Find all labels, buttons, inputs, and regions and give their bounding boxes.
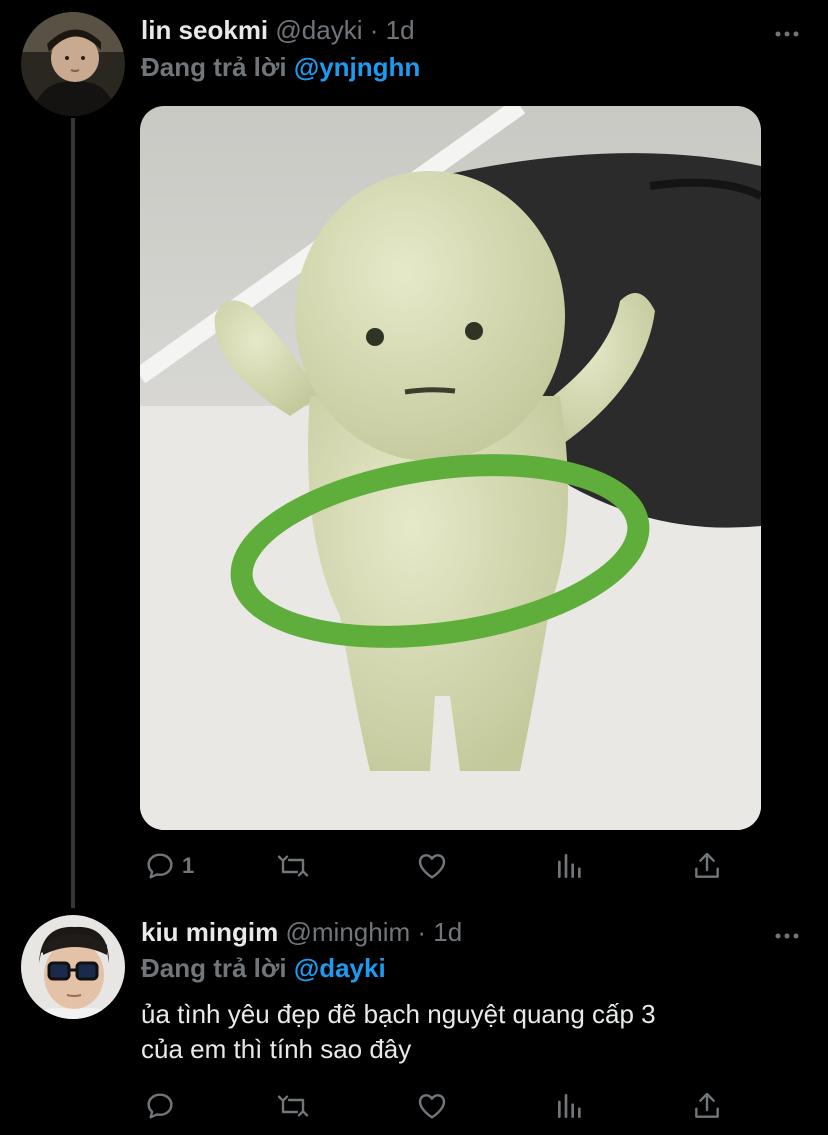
tweet-1[interactable]: lin seokmi @dayki · 1d Đang trả lời @ynj… [0, 0, 828, 900]
reply-prefix: Đang trả lời [141, 52, 287, 82]
retweet-button[interactable] [277, 1086, 309, 1126]
share-button[interactable] [691, 1086, 723, 1126]
timestamp[interactable]: 1d [386, 15, 415, 45]
analytics-button[interactable] [554, 1086, 586, 1126]
like-button[interactable] [416, 1086, 448, 1126]
timestamp[interactable]: 1d [433, 917, 462, 947]
retweet-icon [277, 1095, 309, 1117]
display-name[interactable]: kiu mingim [141, 917, 278, 947]
more-icon [775, 31, 799, 37]
reply-prefix: Đang trả lời [141, 953, 287, 983]
reply-count: 1 [182, 853, 195, 878]
reply-context: Đang trả lời @dayki [141, 953, 386, 983]
reply-button[interactable] [144, 1086, 182, 1126]
avatar[interactable] [21, 12, 125, 116]
tweet-actions [140, 1086, 740, 1126]
tweet-header: kiu mingim @minghim · 1d [141, 917, 462, 947]
like-button[interactable] [416, 846, 448, 886]
retweet-icon [277, 855, 309, 877]
separator-dot: · [417, 917, 427, 947]
user-handle[interactable]: @dayki [275, 15, 362, 45]
heart-icon [418, 1094, 446, 1119]
reply-mention-link[interactable]: @ynjnghn [294, 52, 420, 82]
more-options-button[interactable] [774, 928, 800, 939]
more-icon [775, 933, 799, 939]
tweet-header: lin seokmi @dayki · 1d [141, 15, 415, 45]
display-name[interactable]: lin seokmi [141, 15, 268, 45]
reply-mention-link[interactable]: @dayki [294, 953, 386, 983]
analytics-button[interactable] [554, 846, 586, 886]
share-button[interactable] [691, 846, 723, 886]
tweet-2[interactable]: kiu mingim @minghim · 1d Đang trả lời @d… [0, 905, 828, 1135]
retweet-button[interactable] [277, 846, 309, 886]
share-icon [695, 852, 719, 878]
separator-dot: · [369, 15, 379, 45]
more-options-button[interactable] [774, 26, 800, 37]
reply-context: Đang trả lời @ynjnghn [141, 52, 420, 82]
avatar-image [21, 12, 125, 116]
tweet-text: ủa tình yêu đẹp đẽ bạch nguyệt quang cấp… [141, 997, 781, 1067]
tweet-actions: 1 [140, 846, 740, 886]
avatar[interactable] [21, 915, 125, 1019]
reply-button[interactable]: 1 [144, 846, 194, 886]
heart-icon [418, 854, 446, 879]
analytics-icon [558, 854, 581, 878]
photo-figure-hula-hoop [140, 106, 761, 830]
share-icon [695, 1092, 719, 1118]
user-handle[interactable]: @minghim [285, 917, 410, 947]
tweet-media-image[interactable] [140, 106, 761, 830]
tweet-text-line-2: của em thì tính sao đây [141, 1034, 412, 1064]
reply-icon [147, 853, 173, 879]
avatar-image [21, 915, 125, 1019]
analytics-icon [558, 1094, 581, 1118]
reply-icon [147, 1093, 173, 1119]
tweet-text-line-1: ủa tình yêu đẹp đẽ bạch nguyệt quang cấp… [141, 999, 656, 1029]
